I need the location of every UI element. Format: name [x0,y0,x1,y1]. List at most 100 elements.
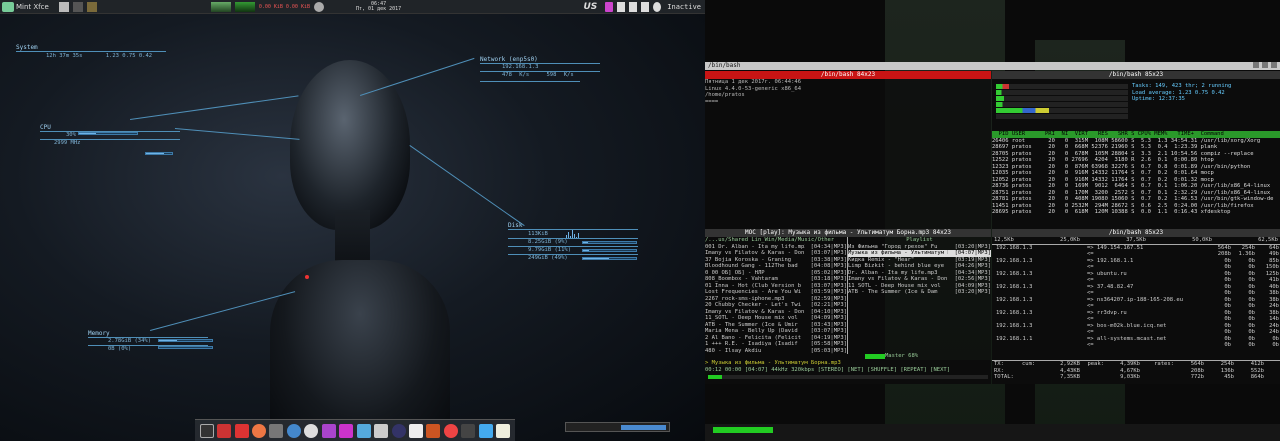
memory-title: Memory [88,330,110,337]
conky-disk: Disk 113KiB 8.25GiB (9%) 9.79GiB (11%) 249… [508,222,638,262]
cpu-frequency: 2999 MHz [54,140,81,146]
network-up: 598 [546,72,557,78]
crossover-icon[interactable] [234,423,249,438]
torrent-icon[interactable] [443,423,458,438]
close-icon[interactable] [1271,62,1277,68]
conky-system: System 12h 37m 35s 1.23 0.75 0.42 [16,44,166,60]
pane-title: /bin/bash 85x23 [992,229,1280,237]
cpu-bar-2 [145,152,173,155]
disk-bar [582,241,637,244]
disk-io-graph [565,230,579,238]
cpu-graph-icon [210,1,231,12]
moc-volume[interactable]: Master 68% [865,353,918,360]
mail-icon[interactable] [605,1,614,12]
playlist-time: [03:20|MP3] [954,289,991,295]
maximize-icon[interactable] [1262,62,1268,68]
desktop-right: /bin/bash /bin/bash 84x23 Пятница 1 дек … [705,0,1280,441]
htop-summary-line: Uptime: 12:37:35 [1132,96,1185,102]
settings-icon[interactable] [304,423,319,438]
volume-label: Master 68% [885,353,919,359]
disk-bar-fill [583,258,609,259]
pane-title: /bin/bash 85x23 [992,71,1280,79]
document-icon[interactable] [408,423,423,438]
terminal-pane-htop[interactable]: /bin/bash 85x23 Tasks: 149, 423 thr; 2 r… [992,71,1280,229]
calculator-icon[interactable] [461,423,476,438]
clock[interactable]: 06:47 Пт, 01 дек 2017 [356,1,401,12]
package-icon[interactable] [426,423,441,438]
terminal-window-title: /bin/bash [705,62,1280,70]
file-item[interactable]: 480 - Ilsay Akdiu [05:03|MP3] [705,348,847,355]
disk-bar [582,249,637,252]
disk-row: 9.79GiB (11%) [508,246,638,254]
scale-tick: 25,0Kb [1060,237,1080,243]
terminal-pane-bash[interactable]: /bin/bash 84x23 Пятница 1 дек 2017г. 06:… [705,71,991,229]
status-indicator [713,427,773,433]
vpn-icon[interactable] [374,423,389,438]
system-uptime: 12h 37m 35s [46,53,83,59]
network-ip: 192.168.1.3 [502,64,539,70]
taskbar-slot[interactable] [565,422,670,432]
cpu-bar [78,132,138,135]
process-row[interactable]: 28736 pratos 20 0 169M 9012 6464 S 0.7 0… [992,183,1280,190]
terminal-icon[interactable] [199,423,214,438]
network-down-unit: K/s [519,72,530,78]
file-name: 480 - Ilsay Akdiu [705,347,762,354]
disk-title: Disk [508,222,523,229]
playlist-item[interactable]: ATB - The Summer (Ice & Dam [03:20|MP3] [848,289,991,296]
files-icon[interactable] [269,423,284,438]
media-icon[interactable] [339,423,354,438]
minimize-icon[interactable] [1253,62,1259,68]
process-row[interactable]: 28695 pratos 20 0 618M 120M 10388 S 0.0 … [992,209,1280,216]
session-status: Inactive [667,2,701,11]
lock-icon[interactable] [391,423,406,438]
totals-cum-label [1022,374,1042,381]
window-controls [1253,62,1277,68]
moc-info: > Музыка из фильма - Ультиматум Борна.mp… [705,360,991,384]
conn-dest: <= [1087,342,1094,348]
connection-row: <= 0b 0b 0b [992,342,1280,349]
cpu-title: CPU [40,124,51,131]
screenshot-icon[interactable] [478,423,493,438]
memory-ram-bar [158,339,213,342]
terminal-pane-moc[interactable]: MOC [play]: Музыка из фильма - Ультимату… [705,229,991,381]
bluetooth-icon[interactable] [641,1,650,12]
conky-network: Network (enp5s0) 192.168.1.3 478 K/s 598… [480,56,600,82]
iftop-totals: TX: cum: 2,92KB peak: 4,39Kb rates: 564b 254b 41… [992,360,1280,384]
top-panel: Mint Xfce 0.00 KiB 0.00 KiB 06:47 Пт, 01… [0,0,705,14]
pane-title: MOC [play]: Музыка из фильма - Ультимату… [705,229,991,237]
totals-peak-label [1080,374,1104,381]
totals-peak: 9,03Kb [1120,374,1140,380]
network-icon[interactable] [617,1,626,12]
conky-cpu: CPU 30% 2999 MHz [40,124,180,147]
system-title: System [16,44,38,51]
htop-meters [992,79,1132,131]
workspace-2[interactable] [72,1,83,12]
moc-playlist[interactable]: Playlist Из Фильма "Город грехов" Fu [03:… [848,237,991,354]
workspace-1[interactable] [58,1,69,12]
disk-io: 113KiB [528,231,548,237]
wallpaper-figure [250,60,450,440]
power-icon[interactable] [653,1,662,12]
gimp-icon[interactable] [321,423,336,438]
terminal-pane-iftop[interactable]: /bin/bash 85x23 12,5Kb 25,0Kb 37,5Kb 50,0Kb… [992,229,1280,381]
monitor-icon[interactable] [356,423,371,438]
app-icon-red[interactable] [217,423,232,438]
process-row[interactable]: 28781 pratos 20 0 408M 19080 15060 S 0.7… [992,196,1280,203]
terminal-icon[interactable] [86,1,97,12]
browser-icon[interactable] [286,423,301,438]
firefox-icon[interactable] [252,423,267,438]
terminal-status-bar [705,424,1280,441]
totals-rate: 45b [1224,374,1234,380]
menu-icon[interactable] [2,1,14,12]
disk-usage: 9.79GiB (11%) [528,247,572,253]
system-load: 1.23 0.75 0.42 [105,53,153,59]
menu-label[interactable]: Mint Xfce [16,3,49,11]
moc-file-browser[interactable]: /...us/Shared Lin_Win/Media/Music/Other … [705,237,848,354]
cpu-percent: 30% [66,132,76,138]
notes-icon[interactable] [496,423,511,438]
mem-graph-icon [234,1,255,12]
totals-rate: 772b [1190,374,1204,380]
volume-icon[interactable] [629,1,638,12]
moc-progress[interactable] [708,375,988,379]
keyboard-layout[interactable]: US [583,2,597,12]
